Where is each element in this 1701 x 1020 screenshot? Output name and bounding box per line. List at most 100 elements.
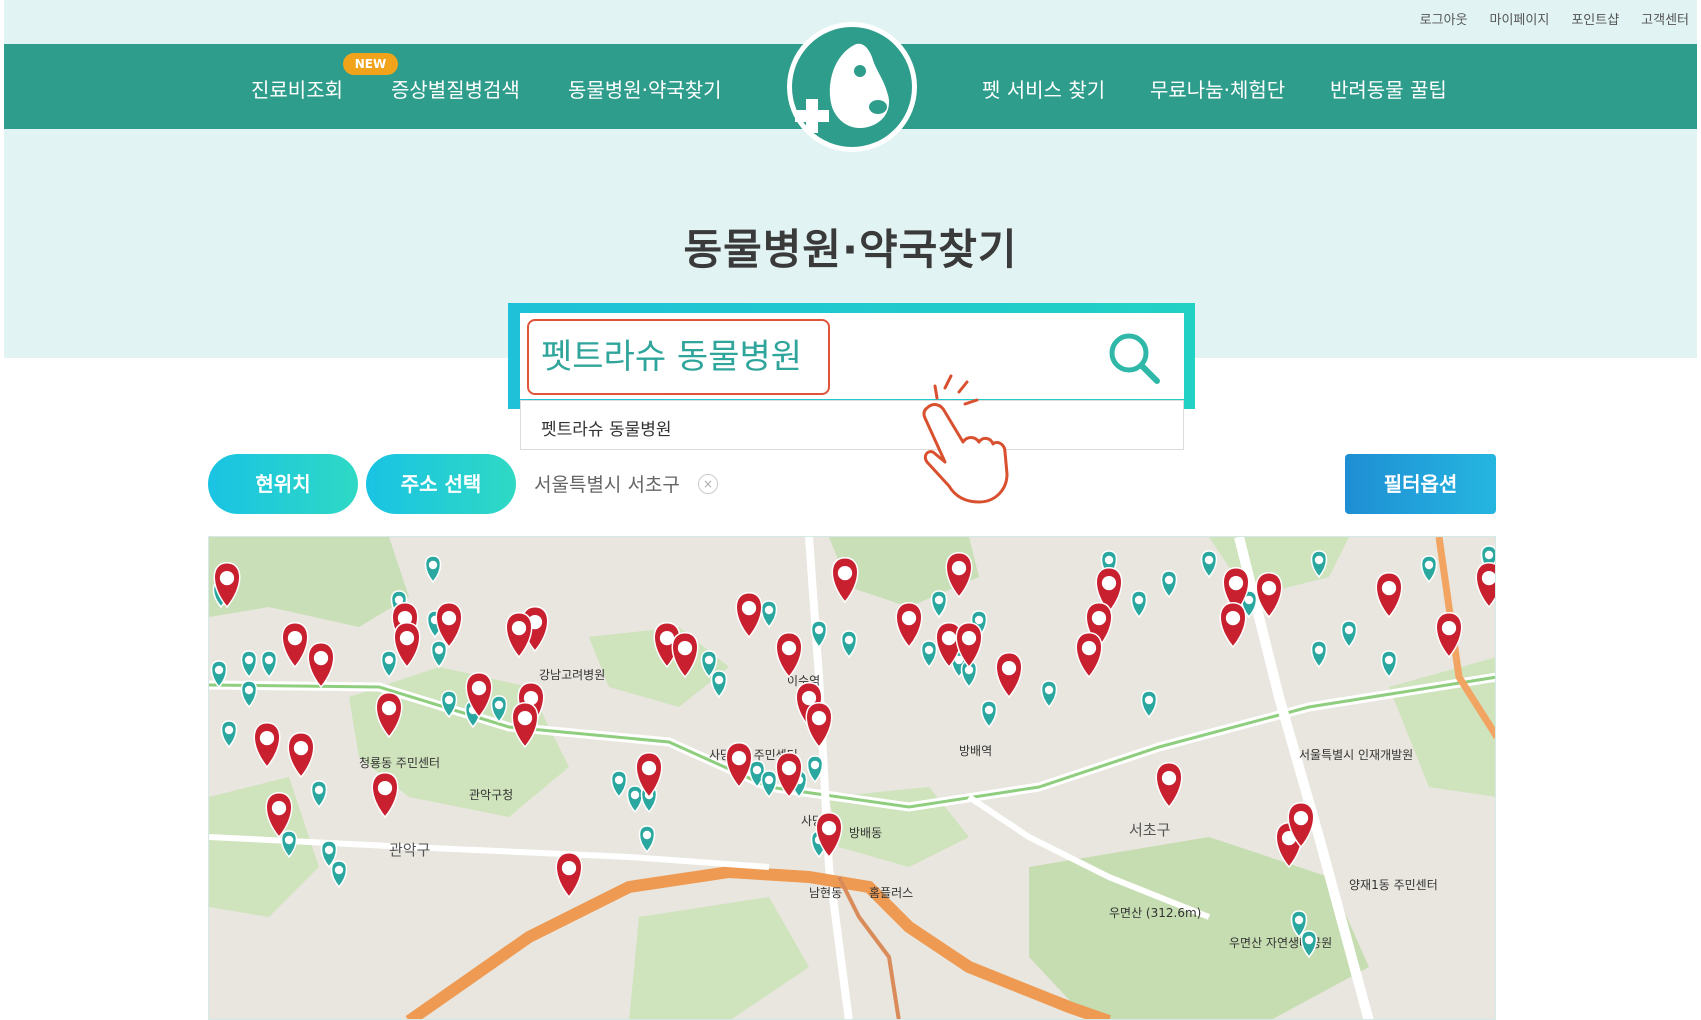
logout-link[interactable]: 로그아웃	[1420, 9, 1468, 28]
marker-dot	[810, 760, 820, 770]
nav-item-free-share[interactable]: 무료나눔·체험단	[1150, 74, 1285, 103]
map-label: 양재1동 주민센터	[1349, 878, 1438, 892]
map-label: 방배동	[849, 826, 882, 840]
marker-dot	[1304, 935, 1314, 945]
marker-dot	[811, 710, 827, 726]
map-label: 서울특별시 인재개발원	[1299, 748, 1413, 762]
address-select-button[interactable]: 주소 선택	[366, 454, 516, 514]
marker-dot	[984, 705, 994, 715]
marker-dot	[1424, 560, 1434, 570]
selected-address: 서울특별시 서초구	[534, 474, 680, 496]
mypage-link[interactable]: 마이페이지	[1490, 9, 1550, 28]
marker-dot	[244, 685, 254, 695]
marker-dot	[494, 700, 504, 710]
marker-dot	[677, 640, 693, 656]
marker-dot	[641, 760, 657, 776]
nav-item-cost-lookup[interactable]: 진료비조회	[251, 74, 343, 103]
marker-dot	[951, 560, 967, 576]
hospital-marker-icon[interactable]	[1475, 562, 1496, 609]
marker-dot	[1101, 575, 1117, 591]
utility-links: 로그아웃 마이페이지 포인트샵 고객센터	[1420, 9, 1689, 28]
marker-dot	[924, 645, 934, 655]
map-label: 강남고려병원	[539, 668, 605, 682]
marker-dot	[821, 820, 837, 836]
nav-item-symptom-search[interactable]: 증상별질병검색	[391, 74, 520, 103]
map-canvas[interactable]: 이수역 사당역 방배역 서초구 관악구 남현동 우면산 (312.6m) 관악구…	[209, 537, 1496, 1020]
marker-dot	[1384, 655, 1394, 665]
marker-dot	[219, 570, 235, 586]
marker-dot	[428, 560, 438, 570]
marker-dot	[1314, 645, 1324, 655]
marker-dot	[434, 645, 444, 655]
marker-dot	[1441, 620, 1457, 636]
marker-dot	[741, 600, 757, 616]
marker-dot	[764, 605, 774, 615]
marker-dot	[1204, 555, 1214, 565]
marker-dot	[399, 630, 415, 646]
marker-dot	[901, 610, 917, 626]
nav-item-hospital-finder[interactable]: 동물병원·약국찾기	[568, 74, 722, 103]
nav-item-pet-tips[interactable]: 반려동물 꿀팁	[1330, 74, 1447, 103]
map-label: 홈플러스	[869, 886, 913, 900]
logo[interactable]	[787, 22, 917, 152]
pointshop-link[interactable]: 포인트샵	[1571, 9, 1619, 28]
map-label: 우면산 (312.6m)	[1109, 906, 1201, 920]
marker-dot	[1484, 550, 1494, 560]
marker-dot	[517, 710, 533, 726]
marker-dot	[1091, 610, 1107, 626]
marker-dot	[224, 725, 234, 735]
current-location-button[interactable]: 현위치	[208, 454, 358, 514]
map-view[interactable]: 이수역 사당역 방배역 서초구 관악구 남현동 우면산 (312.6m) 관악구…	[208, 536, 1496, 1020]
map-label: 서초구	[1129, 821, 1170, 839]
marker-dot	[781, 640, 797, 656]
search-input[interactable]: 펫트라슈 동물병원	[527, 319, 830, 395]
marker-dot	[704, 655, 714, 665]
nav-item-pet-service[interactable]: 펫 서비스 찾기	[982, 74, 1105, 103]
marker-dot	[287, 630, 303, 646]
marker-dot	[1001, 660, 1017, 676]
map-label: 방배역	[959, 744, 992, 758]
clear-address-button[interactable]: ×	[698, 474, 718, 494]
marker-dot	[444, 695, 454, 705]
marker-dot	[1314, 555, 1324, 565]
marker-dot	[934, 595, 944, 605]
marker-dot	[214, 665, 224, 675]
page-title: 동물병원·약국찾기	[683, 225, 1018, 274]
suggestion-item[interactable]: 펫트라슈 동물병원	[541, 415, 672, 440]
marker-dot	[974, 615, 984, 625]
marker-dot	[844, 635, 854, 645]
search-icon[interactable]	[1106, 330, 1162, 386]
customer-center-link[interactable]: 고객센터	[1641, 9, 1689, 28]
marker-dot	[334, 865, 344, 875]
pointing-hand-icon	[915, 368, 1015, 508]
marker-dot	[441, 610, 457, 626]
new-badge: NEW	[343, 53, 398, 75]
marker-dot	[814, 625, 824, 635]
map-label: 관악구	[389, 841, 430, 859]
marker-dot	[511, 620, 527, 636]
marker-dot	[630, 790, 640, 800]
filter-options-button[interactable]: 필터옵션	[1345, 454, 1496, 514]
marker-dot	[314, 785, 324, 795]
map-label: 청룡동 주민센터	[359, 756, 440, 770]
marker-dot	[941, 630, 957, 646]
dog-medical-logo-icon	[795, 43, 890, 133]
marker-dot	[1044, 685, 1054, 695]
marker-dot	[752, 765, 762, 775]
marker-dot	[731, 750, 747, 766]
map-label: 관악구청	[469, 788, 513, 802]
marker-dot	[764, 775, 774, 785]
marker-dot	[324, 845, 334, 855]
map-label: 남현동	[809, 886, 842, 900]
marker-dot	[1261, 580, 1277, 596]
marker-dot	[284, 835, 294, 845]
marker-dot	[1081, 640, 1097, 656]
marker-dot	[642, 830, 652, 840]
marker-dot	[961, 630, 977, 646]
marker-dot	[1344, 625, 1354, 635]
marker-dot	[1164, 575, 1174, 585]
marker-dot	[1161, 770, 1177, 786]
marker-dot	[313, 650, 329, 666]
marker-dot	[471, 680, 487, 696]
marker-dot	[781, 760, 797, 776]
